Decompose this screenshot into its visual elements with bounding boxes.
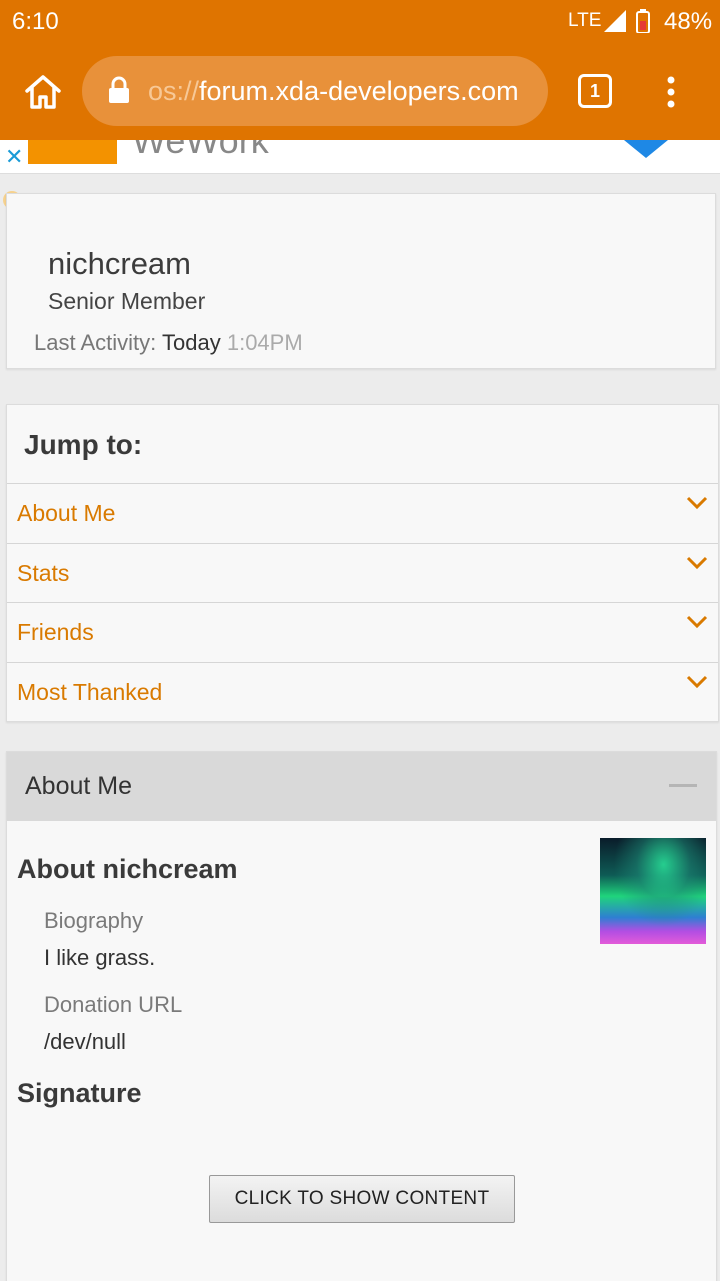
jump-item-stats[interactable]: Stats [7,543,718,602]
ad-banner[interactable]: ✕ WeWork [0,140,720,174]
last-activity-time: 1:04PM [226,330,303,355]
url-bar[interactable]: os://forum.xda-developers.com [82,56,548,126]
signal-icon [604,10,626,32]
username: nichcream [48,246,191,281]
last-activity: Last Activity: Today 1:04PM [34,330,303,356]
about-me-card: About Me About nichcream Biography I lik… [6,751,717,1281]
browser-toolbar: os://forum.xda-developers.com 1 [0,44,720,140]
last-activity-label: Last Activity: [34,330,157,355]
battery-icon [636,9,650,33]
ad-logo-block [28,140,117,164]
chevron-down-icon [686,496,708,510]
avatar[interactable] [600,838,706,944]
battery-percent: 48% [664,8,713,35]
jump-item-label: Most Thanked [17,679,163,705]
donation-url-value: /dev/null [44,1029,126,1054]
chevron-down-icon [686,556,708,570]
about-me-header-title: About Me [25,772,133,800]
ad-action-icon[interactable] [624,140,668,160]
show-content-button[interactable]: CLICK TO SHOW CONTENT [209,1175,515,1223]
member-rank: Senior Member [48,288,206,314]
tab-switcher-button[interactable]: 1 [578,74,612,108]
url-text: os://forum.xda-developers.com [148,76,519,107]
network-type: LTE [568,10,602,31]
donation-url-label: Donation URL [44,992,183,1017]
url-domain: forum.xda-developers.com [199,76,519,106]
home-icon[interactable] [24,74,62,110]
chevron-down-icon [686,615,708,629]
biography-label: Biography [44,908,144,933]
jump-item-friends[interactable]: Friends [7,602,718,661]
more-options-icon[interactable] [664,76,678,108]
about-me-header[interactable]: About Me [7,752,716,821]
jump-item-label: About Me [17,500,116,526]
url-scheme: os:// [148,76,200,106]
ad-text: WeWork [132,140,269,161]
signature-heading: Signature [17,1078,142,1108]
chevron-down-icon [686,675,708,689]
ad-close-icon[interactable]: ✕ [5,146,23,168]
jump-item-label: Stats [17,560,70,586]
jump-item-label: Friends [17,619,94,645]
jump-item-about-me[interactable]: About Me [7,483,718,542]
jump-to-card: Jump to: About Me Stats Friends Most Tha… [6,404,719,722]
biography-value: I like grass. [44,945,156,970]
status-bar: 6:10 LTE 48% [0,0,720,44]
last-activity-day: Today [162,330,221,355]
lock-icon [109,76,129,103]
jump-item-most-thanked[interactable]: Most Thanked [7,662,718,721]
profile-card: nichcream Senior Member Last Activity: T… [6,193,716,369]
collapse-icon[interactable] [669,784,697,787]
jump-to-title: Jump to: [24,429,143,460]
status-time: 6:10 [12,8,59,35]
about-heading: About nichcream [17,854,238,884]
